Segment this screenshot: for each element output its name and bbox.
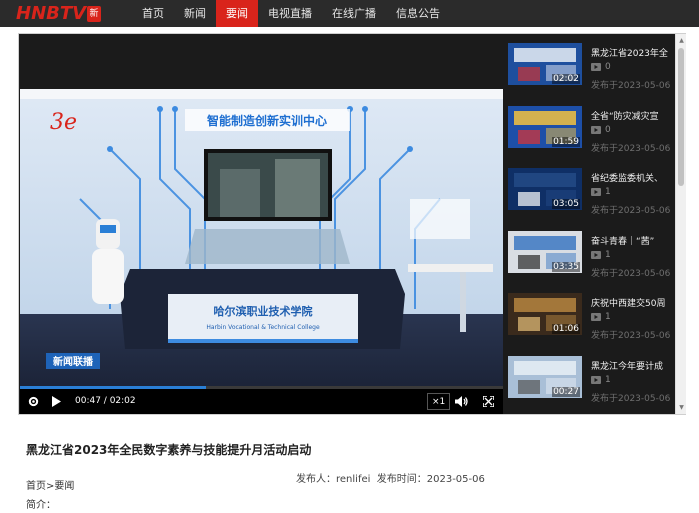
video-duration: 03:05	[552, 199, 580, 210]
publish-date: 发布于2023-05-06	[591, 206, 671, 217]
playlist-title[interactable]: 黑龙江省2023年全	[591, 46, 675, 59]
playlist-thumbnail[interactable]: 02:02	[508, 43, 582, 85]
article-meta: 发布人：renlifei 发布时间：2023-05-06	[296, 470, 485, 485]
playlist-title[interactable]: 庆祝中西建交50周	[591, 296, 675, 309]
svg-text:3e: 3e	[50, 110, 77, 135]
playlist-thumbnail[interactable]: 03:35	[508, 230, 582, 273]
publish-date: 发布于2023-05-06	[591, 143, 671, 154]
video-frame[interactable]: 智能制造创新实训中心 3e 哈尔滨职业技术学院 Harbin Vocationa…	[20, 89, 503, 393]
video-count-icon	[591, 250, 601, 259]
author-name: renlifei	[336, 474, 371, 485]
scroll-thumb[interactable]	[678, 48, 684, 186]
playlist-title[interactable]: 全省“防灾减灾宣	[591, 109, 675, 122]
site-logo[interactable]: HNBTV 新	[16, 3, 102, 24]
publish-time-label: 发布时间：	[376, 474, 427, 485]
playlist-thumbnail[interactable]: 00:27	[508, 356, 582, 398]
playlist-item[interactable]: 01:06 庆祝中西建交50周 1 发布于2023-05-06	[508, 293, 675, 349]
fullscreen-icon[interactable]	[483, 396, 494, 407]
logo-text: HNBTV	[16, 3, 87, 24]
scroll-down-icon[interactable]: ▼	[677, 403, 686, 412]
nav-item-1[interactable]: 新闻	[174, 0, 216, 27]
playlist-title[interactable]: 黑龙江今年要计成	[591, 359, 675, 372]
news-badge: 新闻联播	[53, 355, 94, 368]
playlist-item[interactable]: 00:27 黑龙江今年要计成 1 发布于2023-05-06	[508, 356, 675, 412]
video-duration: 01:59	[552, 136, 580, 147]
video-caption: 智能制造创新实训中心	[206, 113, 327, 128]
speed-button[interactable]: ×1	[427, 393, 451, 410]
playlist-item[interactable]: 02:02 黑龙江省2023年全 0 发布于2023-05-06	[508, 43, 675, 99]
playlist-title[interactable]: 省纪委监委机关、	[591, 171, 675, 184]
video-duration: 02:02	[552, 74, 580, 84]
view-count: 1	[591, 250, 611, 260]
video-duration: 01:06	[552, 324, 580, 335]
playlist-thumbnail[interactable]: 01:06	[508, 293, 582, 336]
playlist-item[interactable]: 03:35 奋斗青春｜“茜” 1 发布于2023-05-06	[508, 230, 675, 287]
video-player-panel: 智能制造创新实训中心 3e 哈尔滨职业技术学院 Harbin Vocationa…	[18, 33, 686, 415]
playlist-thumbnail[interactable]: 01:59	[508, 105, 582, 148]
view-count-value: 1	[605, 312, 611, 323]
volume-icon[interactable]	[455, 396, 468, 407]
view-count: 1	[591, 187, 611, 197]
publish-date: 发布于2023-05-06	[591, 268, 671, 279]
summary-label: 简介：	[26, 500, 56, 511]
view-count: 0	[591, 125, 611, 135]
playlist-title[interactable]: 奋斗青春｜“茜”	[591, 234, 675, 247]
publish-date: 发布于2023-05-06	[591, 394, 671, 404]
player-controls: 00:47 / 02:02 ×1	[20, 389, 503, 414]
video-school-name: 哈尔滨职业技术学院	[214, 304, 313, 318]
playlist-scrollbar[interactable]: ▲ ▼	[675, 34, 686, 414]
video-duration: 00:27	[552, 387, 580, 397]
logo-badge: 新	[87, 5, 102, 22]
view-count: 1	[591, 375, 611, 385]
time-display: 00:47 / 02:02	[75, 396, 136, 406]
playlist-item[interactable]: 03:05 省纪委监委机关、 1 发布于2023-05-06	[508, 168, 675, 224]
view-count-value: 1	[605, 187, 611, 198]
video-count-icon	[591, 188, 601, 197]
view-count-value: 0	[605, 124, 611, 135]
nav-item-5[interactable]: 信息公告	[386, 0, 450, 27]
nav-item-2[interactable]: 要闻	[216, 0, 258, 27]
view-count: 0	[591, 62, 611, 72]
view-count-value: 1	[605, 375, 611, 385]
settings-icon[interactable]	[28, 396, 39, 407]
playlist-item[interactable]: 01:59 全省“防灾减灾宣 0 发布于2023-05-06	[508, 105, 675, 162]
breadcrumb[interactable]: 首页>要闻	[26, 477, 74, 492]
scroll-up-icon[interactable]: ▲	[677, 36, 686, 45]
nav-item-0[interactable]: 首页	[132, 0, 174, 27]
view-count: 1	[591, 312, 611, 322]
view-count-value: 0	[605, 62, 611, 72]
play-icon[interactable]	[51, 396, 61, 407]
top-navbar: HNBTV 新 首页 新闻 要闻 电视直播 在线广播 信息公告	[0, 0, 699, 27]
video-scene-image: 智能制造创新实训中心 3e 哈尔滨职业技术学院 Harbin Vocationa…	[20, 89, 503, 393]
nav-item-4[interactable]: 在线广播	[322, 0, 386, 27]
video-count-icon	[591, 125, 601, 134]
publish-time: 2023-05-06	[426, 474, 485, 485]
nav-item-3[interactable]: 电视直播	[258, 0, 322, 27]
publish-date: 发布于2023-05-06	[591, 331, 671, 342]
publish-date: 发布于2023-05-06	[591, 81, 671, 91]
author-label: 发布人：	[296, 474, 336, 485]
video-count-icon	[591, 63, 601, 71]
main-nav: 首页 新闻 要闻 电视直播 在线广播 信息公告	[132, 0, 450, 27]
view-count-value: 1	[605, 249, 611, 260]
video-count-icon	[591, 313, 601, 322]
playlist-thumbnail[interactable]: 03:05	[508, 168, 582, 211]
related-video-list: 02:02 黑龙江省2023年全 0 发布于2023-05-06 01:59 全省“防灾减…	[503, 34, 675, 414]
video-count-icon	[591, 376, 601, 384]
video-school-name-en: Harbin Vocational & Technical College	[206, 324, 320, 331]
article-title: 黑龙江省2023年全民数字素养与技能提升月活动启动	[26, 443, 312, 457]
video-duration: 03:35	[552, 261, 580, 272]
